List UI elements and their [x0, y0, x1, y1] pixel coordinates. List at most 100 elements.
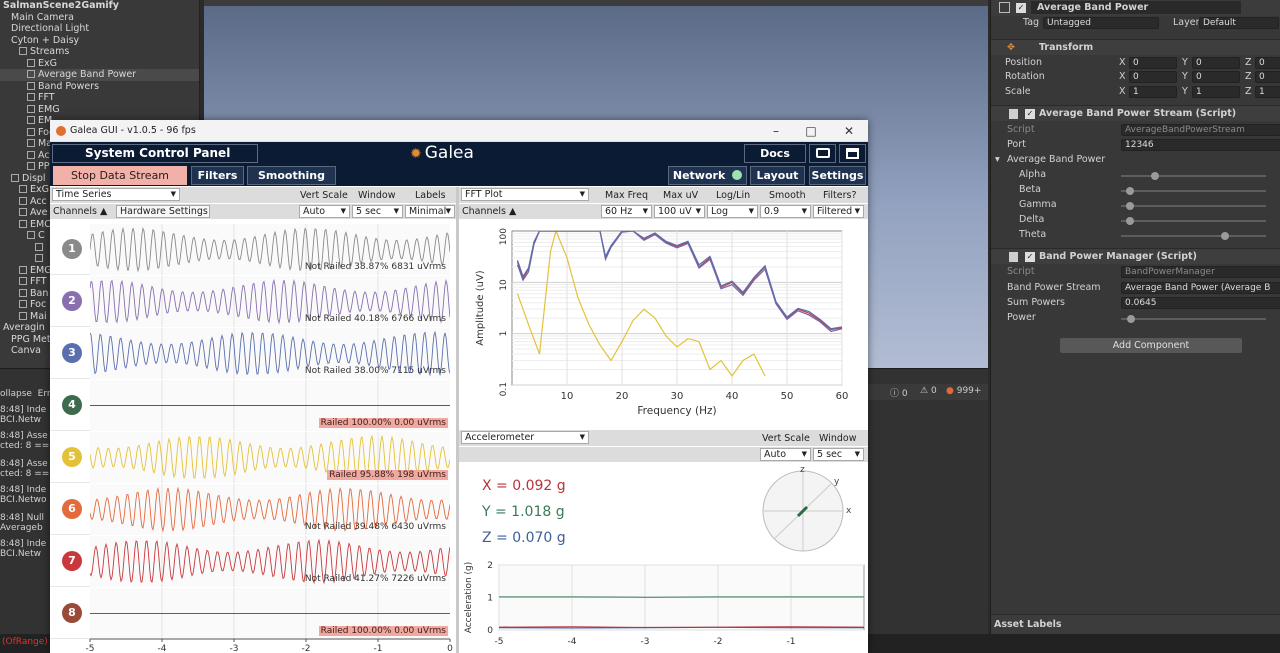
- console-entry[interactable]: cted: 8 ==: [0, 441, 49, 451]
- hierarchy-item[interactable]: Average Band Power: [0, 69, 199, 81]
- band-slider-knob[interactable]: [1126, 217, 1135, 225]
- console-entry[interactable]: Averageb: [0, 523, 43, 533]
- smoothing-button[interactable]: Smoothing On: [247, 166, 336, 199]
- band-slider-track[interactable]: [1121, 190, 1266, 192]
- hierarchy-item[interactable]: SalmanScene2Gamify: [0, 0, 199, 12]
- channel-number-button[interactable]: 8: [62, 603, 82, 623]
- power-slider-track[interactable]: [1121, 318, 1266, 320]
- transform-y-field[interactable]: 1: [1192, 86, 1240, 98]
- power-slider-knob[interactable]: [1127, 315, 1135, 323]
- network-button[interactable]: Network: [668, 166, 747, 185]
- console-entry[interactable]: 8:48] Null: [0, 513, 44, 523]
- transform-y-field[interactable]: 0: [1192, 57, 1240, 69]
- transform-y-field[interactable]: 0: [1192, 71, 1240, 83]
- console-entry[interactable]: BCI.Netw: [0, 549, 41, 559]
- snapshot-button[interactable]: [809, 144, 836, 163]
- ts-labels-select[interactable]: Minimal ▼: [405, 205, 455, 218]
- abp-foldout-label[interactable]: Average Band Power: [1007, 154, 1105, 165]
- console-entry[interactable]: 8:48] Asse: [0, 459, 48, 469]
- error-count-icon[interactable]: ● 999+: [946, 386, 981, 396]
- console-entry[interactable]: ollapse Erro: [0, 389, 56, 399]
- console-entry[interactable]: BCI.Netw: [0, 415, 41, 425]
- close-icon[interactable]: ✕: [835, 120, 863, 142]
- accel-vert-scale-select[interactable]: Auto ▼: [760, 448, 811, 461]
- active-checkbox[interactable]: ✓: [1016, 3, 1026, 13]
- hardware-settings-button[interactable]: Hardware Settings: [116, 205, 210, 218]
- hierarchy-item[interactable]: Cyton + Daisy: [0, 35, 199, 47]
- asset-labels[interactable]: Asset Labels: [994, 615, 1062, 635]
- transform-x-field[interactable]: 1: [1129, 86, 1177, 98]
- maximize-icon[interactable]: □: [797, 120, 825, 142]
- channel-number-button[interactable]: 2: [62, 291, 82, 311]
- add-component-button[interactable]: Add Component: [1060, 338, 1242, 353]
- band-slider-track[interactable]: [1121, 220, 1266, 222]
- console-entry[interactable]: 8:48] Inde: [0, 405, 46, 415]
- filters-select[interactable]: Filtered ▼: [813, 205, 864, 218]
- band-slider-track[interactable]: [1121, 235, 1266, 237]
- layer-dropdown[interactable]: Default: [1199, 17, 1279, 29]
- channel-number-button[interactable]: 4: [62, 395, 82, 415]
- window-mode-button[interactable]: [839, 144, 866, 163]
- docs-button[interactable]: Docs: [744, 144, 806, 163]
- log-lin-select[interactable]: Log ▼: [707, 205, 758, 218]
- ts-window-select[interactable]: 5 sec ▼: [352, 205, 403, 218]
- hierarchy-item[interactable]: FFT: [0, 92, 199, 104]
- minimize-icon[interactable]: –: [762, 120, 790, 142]
- band-slider-knob[interactable]: [1221, 232, 1229, 240]
- sum-powers-field[interactable]: 0.0645: [1121, 297, 1280, 309]
- channel-number-button[interactable]: 6: [62, 499, 82, 519]
- fft-widget-select[interactable]: FFT Plot ▼: [461, 188, 589, 201]
- band-slider-knob[interactable]: [1126, 187, 1135, 195]
- band-slider-knob[interactable]: [1126, 202, 1135, 210]
- channel-number-button[interactable]: 1: [62, 239, 82, 259]
- tag-dropdown[interactable]: Untagged: [1043, 17, 1159, 29]
- script1-field[interactable]: AverageBandPowerStream: [1121, 124, 1280, 136]
- max-uv-select[interactable]: 100 uV ▼: [654, 205, 705, 218]
- console-entry[interactable]: cted: 8 ==: [0, 469, 49, 479]
- transform-x-field[interactable]: 0: [1129, 57, 1177, 69]
- console-entry[interactable]: 8:48] Asse: [0, 431, 48, 441]
- transform-z-field[interactable]: 0: [1255, 57, 1280, 69]
- warning-count-icon[interactable]: ⚠ 0: [920, 386, 937, 396]
- accel-window-select[interactable]: 5 sec ▼: [813, 448, 864, 461]
- hierarchy-item[interactable]: Streams: [0, 46, 199, 58]
- layout-button[interactable]: Layout: [750, 166, 805, 185]
- system-control-panel-button[interactable]: System Control Panel: [52, 144, 258, 163]
- settings-button[interactable]: Settings: [809, 166, 866, 185]
- max-freq-select[interactable]: 60 Hz ▼: [601, 205, 652, 218]
- band-power-stream-field[interactable]: Average Band Power (Average B: [1121, 282, 1280, 294]
- component-toggle[interactable]: ✓: [1025, 252, 1035, 262]
- fft-channels-toggle[interactable]: Channels ▲: [462, 206, 516, 217]
- band-slider-track[interactable]: [1121, 175, 1266, 177]
- hierarchy-item-label: FFT: [38, 92, 55, 103]
- ts-vert-scale-select[interactable]: Auto ▼: [299, 205, 350, 218]
- transform-z-field[interactable]: 0: [1255, 71, 1280, 83]
- info-count-icon[interactable]: ⓘ 0: [890, 386, 908, 399]
- timeseries-widget-select[interactable]: Time Series ▼: [52, 188, 180, 201]
- accel-widget-select[interactable]: Accelerometer ▼: [461, 431, 589, 444]
- channel-number-button[interactable]: 7: [62, 551, 82, 571]
- hierarchy-item[interactable]: EMG: [0, 104, 199, 116]
- band-slider-track[interactable]: [1121, 205, 1266, 207]
- stop-data-stream-button[interactable]: Stop Data Stream: [53, 166, 187, 185]
- foldout-arrow-icon[interactable]: ▾: [995, 154, 1000, 165]
- hierarchy-item[interactable]: ExG: [0, 58, 199, 70]
- filters-button[interactable]: Filters: [191, 166, 244, 185]
- script2-field[interactable]: BandPowerManager: [1121, 266, 1280, 278]
- channel-number-button[interactable]: 5: [62, 447, 82, 467]
- object-name-field[interactable]: Average Band Power: [1031, 1, 1241, 14]
- transform-x-field[interactable]: 0: [1129, 71, 1177, 83]
- component-toggle[interactable]: ✓: [1025, 109, 1035, 119]
- port-field[interactable]: 12346: [1121, 139, 1280, 151]
- band-slider-knob[interactable]: [1151, 172, 1160, 180]
- hierarchy-item[interactable]: Main Camera: [0, 12, 199, 24]
- console-entry[interactable]: 8:48] Inde: [0, 485, 46, 495]
- channels-toggle[interactable]: Channels ▲: [53, 206, 107, 217]
- hierarchy-item[interactable]: Band Powers: [0, 81, 199, 93]
- transform-z-field[interactable]: 1: [1255, 86, 1280, 98]
- smooth-select[interactable]: 0.9 ▼: [760, 205, 811, 218]
- hierarchy-item[interactable]: Directional Light: [0, 23, 199, 35]
- channel-number-button[interactable]: 3: [62, 343, 82, 363]
- console-entry[interactable]: BCI.Netwo: [0, 495, 46, 505]
- console-entry[interactable]: 8:48] Inde: [0, 539, 46, 549]
